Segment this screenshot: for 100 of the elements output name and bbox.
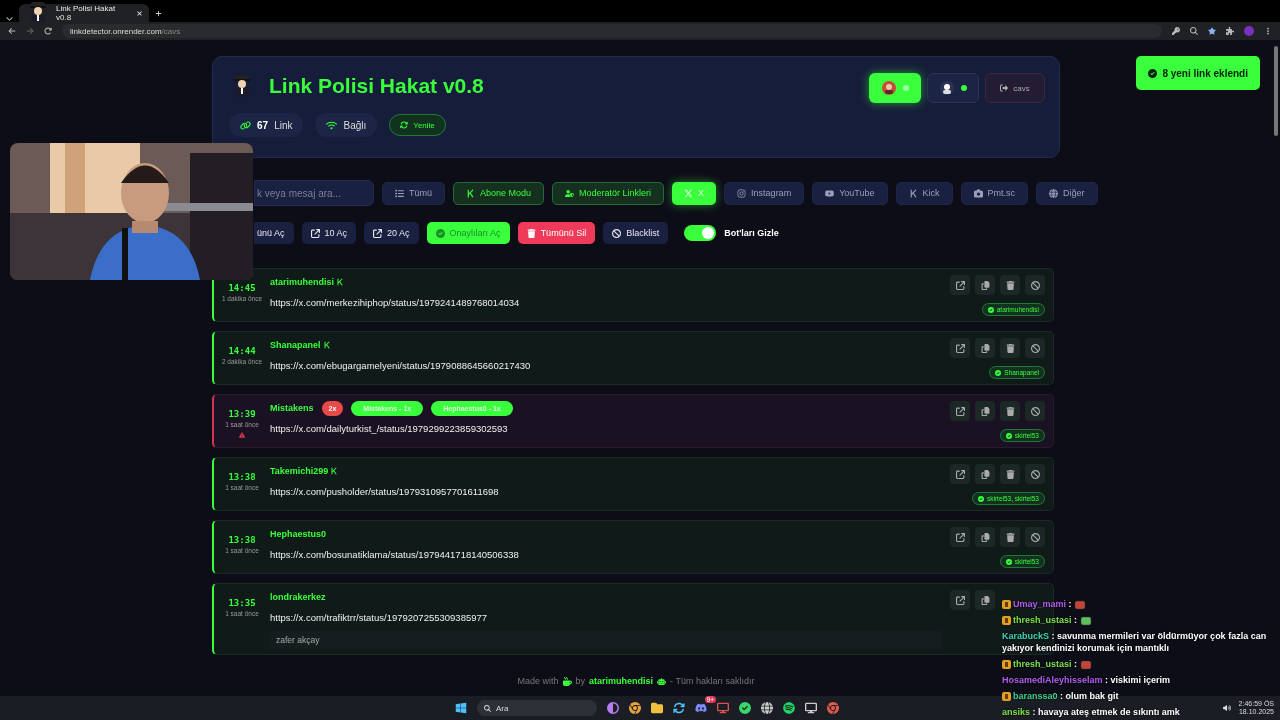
block-button[interactable]	[1025, 527, 1045, 547]
link-url: https://x.com/pusholder/status/1979310957701611698	[270, 486, 500, 497]
account-button[interactable]	[927, 73, 979, 103]
key-icon[interactable]	[1172, 27, 1180, 35]
ban-icon	[1030, 343, 1040, 353]
taskbar-search[interactable]: Ara	[477, 700, 597, 716]
time-text: 14:45	[228, 283, 256, 293]
filter-tab[interactable]: Diğer	[1036, 181, 1098, 205]
mug-icon	[562, 676, 572, 686]
k-letter-icon	[908, 188, 918, 198]
forward-icon[interactable]	[26, 27, 34, 35]
badge-icon	[1002, 660, 1011, 670]
reload-icon[interactable]	[44, 27, 52, 35]
action-button[interactable]: ünü Aç	[254, 222, 294, 244]
open-link-button[interactable]	[950, 590, 970, 610]
delete-button[interactable]	[1000, 275, 1020, 295]
filter-tab[interactable]: Pmt.sc	[960, 181, 1029, 205]
block-button[interactable]	[1025, 275, 1045, 295]
copy-icon	[980, 343, 990, 353]
delete-button[interactable]	[1000, 464, 1020, 484]
app-icon[interactable]	[805, 702, 817, 714]
ban-icon	[1030, 280, 1040, 290]
external-link-icon	[373, 228, 383, 238]
robot-icon	[657, 676, 667, 686]
open-link-button[interactable]	[950, 275, 970, 295]
back-icon[interactable]	[8, 27, 16, 35]
search-field[interactable]: k veya mesaj ara...	[254, 180, 374, 206]
filter-tab[interactable]: YouTube	[812, 181, 888, 205]
block-button[interactable]	[1025, 464, 1045, 484]
delete-button[interactable]	[1000, 527, 1020, 547]
browser-tab[interactable]: Link Polisi Hakat v0.8	[19, 4, 149, 22]
refresh-icon	[400, 121, 409, 129]
ban-icon	[612, 228, 622, 238]
toast-text: 8 yeni link eklendi	[1162, 67, 1248, 79]
action-button[interactable]: 10 Aç	[301, 222, 357, 244]
extensions-icon[interactable]	[1226, 27, 1234, 35]
windows-start-icon[interactable]	[455, 702, 467, 714]
chrome-icon[interactable]	[629, 702, 641, 714]
username: Hephaestus0	[270, 529, 327, 539]
external-link-icon	[310, 228, 320, 238]
chat-message: ansiks : havaya ateş etmek de sıkıntı amk	[1002, 706, 1180, 718]
app-icon[interactable]	[717, 702, 729, 714]
open-link-button[interactable]	[950, 338, 970, 358]
copy-button[interactable]	[975, 401, 995, 421]
username: Mistakens	[270, 403, 314, 413]
open-link-button[interactable]	[950, 401, 970, 421]
block-button[interactable]	[1025, 401, 1045, 421]
tab-list-icon[interactable]	[6, 15, 13, 22]
time-text: 13:38	[228, 472, 256, 482]
trash-icon	[1005, 280, 1015, 290]
close-icon[interactable]	[136, 9, 143, 17]
ban-icon	[1030, 406, 1040, 416]
chat-message: HosamediAleyhisselam : viskimi içerim	[1002, 674, 1171, 686]
badge-icon	[1002, 692, 1011, 702]
menu-icon[interactable]	[1264, 27, 1272, 35]
volume-icon[interactable]	[1222, 704, 1231, 712]
bookmark-star-icon[interactable]	[1208, 27, 1216, 35]
app-icon[interactable]	[607, 702, 619, 714]
footer-text: by	[575, 676, 586, 686]
delete-button[interactable]	[1000, 338, 1020, 358]
copy-icon	[980, 469, 990, 479]
refresh-button[interactable]: Yenile	[389, 114, 446, 136]
copy-button[interactable]	[975, 590, 995, 610]
block-button[interactable]	[1025, 338, 1045, 358]
filter-tab[interactable]: Moderatör Linkleri	[552, 181, 665, 205]
logout-button[interactable]: cavs	[985, 73, 1045, 103]
copy-button[interactable]	[975, 338, 995, 358]
action-button[interactable]: Blacklist	[603, 222, 669, 244]
action-button[interactable]: 20 Aç	[364, 222, 419, 244]
globe-icon[interactable]	[761, 702, 773, 714]
copy-button[interactable]	[975, 275, 995, 295]
account-button[interactable]	[869, 73, 921, 103]
delete-button[interactable]	[1000, 401, 1020, 421]
open-link-button[interactable]	[950, 527, 970, 547]
footer-text: - Tüm hakları saklıdır	[670, 676, 755, 686]
copy-button[interactable]	[975, 464, 995, 484]
app-icon[interactable]	[673, 702, 685, 714]
search-icon	[484, 704, 491, 712]
copy-button[interactable]	[975, 527, 995, 547]
filter-tab[interactable]: Abone Modu	[453, 181, 545, 205]
external-link-icon	[955, 595, 965, 605]
filter-tab[interactable]: Kick	[895, 181, 953, 205]
toggle-switch[interactable]	[684, 225, 717, 241]
action-button[interactable]: Tümünü Sil	[517, 222, 596, 244]
folder-icon[interactable]	[651, 702, 663, 714]
app-icon[interactable]	[739, 702, 751, 714]
filter-tab[interactable]: Instagram	[724, 181, 805, 205]
emote-icon	[1074, 599, 1087, 610]
address-bar[interactable]: linkdetector.onrender.com/cavs	[62, 24, 1162, 38]
list-icon	[395, 188, 404, 198]
discord-icon[interactable]	[695, 702, 707, 714]
chrome-icon[interactable]	[827, 702, 839, 714]
filter-tab[interactable]: Tümü	[382, 181, 445, 205]
trash-icon	[1005, 406, 1015, 416]
new-tab-icon[interactable]	[155, 10, 162, 17]
zoom-icon[interactable]	[1190, 27, 1198, 35]
scrollbar[interactable]	[1274, 46, 1278, 136]
open-link-button[interactable]	[950, 464, 970, 484]
spotify-icon[interactable]	[783, 702, 795, 714]
time-text: 13:39	[228, 409, 256, 419]
